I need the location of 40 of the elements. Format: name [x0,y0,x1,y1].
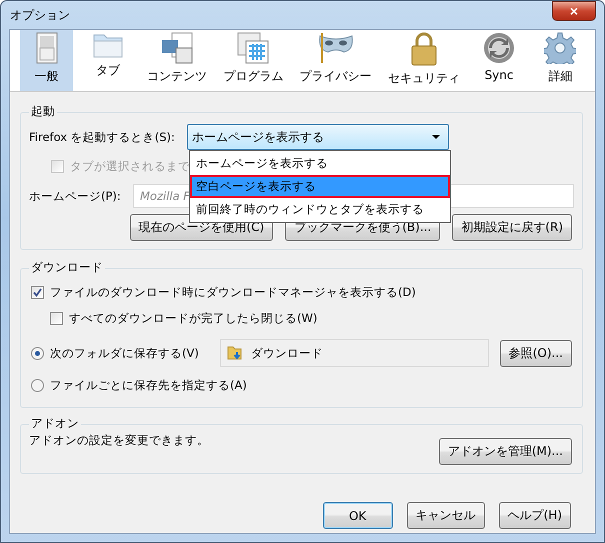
category-tab[interactable]: タブ [81,30,134,91]
dropdown-option[interactable]: 空白ページを表示する [190,175,450,198]
category-tab[interactable]: 詳細 [534,30,587,91]
checkbox-label: ファイルのダウンロード時にダウンロードマネージャを表示する(D) [50,284,416,300]
category-tab[interactable]: コンテンツ [142,30,211,91]
category-tab[interactable]: Sync [472,30,526,91]
browse-button[interactable]: 参照(O)... [500,340,572,366]
action-button[interactable]: 初期設定に戻す(R) [452,214,572,240]
category-tab[interactable]: 一般 [20,30,73,91]
checkbox-label: すべてのダウンロードが完了したら閉じる(W) [69,310,318,326]
window-title: オプション [9,6,70,24]
group-title: 起動 [29,104,57,119]
description-text: アドオンの設定を変更できます。 [29,433,209,448]
checkbox[interactable] [31,286,44,298]
manage-addons-button[interactable]: アドオンを管理(M)... [438,438,572,465]
field-label: ホームページ(P): [29,188,122,204]
close-button[interactable]: × [552,1,596,21]
radio-label: 次のフォルダに保存する(V) [50,346,200,360]
category-tab[interactable]: プログラム [219,30,288,91]
radio-label: ファイルごとに保存先を指定する(A) [50,378,247,392]
folder-icon [92,32,123,58]
padlock-icon [410,32,438,66]
dialog-button[interactable]: OK [322,502,393,529]
folder-name: ダウンロード [251,346,323,360]
category-tab[interactable]: セキュリティ [384,30,464,91]
radio-button[interactable] [31,378,44,392]
group-title: ダウンロード [29,260,105,275]
gear-icon [544,32,576,64]
caret-icon [432,135,440,139]
dialog-button[interactable]: キャンセル [406,502,485,529]
category-tab[interactable]: プライバシー [296,30,376,91]
dialog-button[interactable]: ヘルプ(H) [498,502,571,529]
folder-icon [227,345,243,361]
checkbox-label: タブが選択されるまで [70,158,190,174]
checkbox[interactable] [50,312,63,324]
switch-icon [36,32,58,64]
field-label: Firefox を起動するとき(S): [29,130,176,144]
radio-button[interactable] [31,346,44,360]
group-title: アドオン [29,416,81,431]
startup-dropdown[interactable]: ホームページを表示する [187,124,449,150]
